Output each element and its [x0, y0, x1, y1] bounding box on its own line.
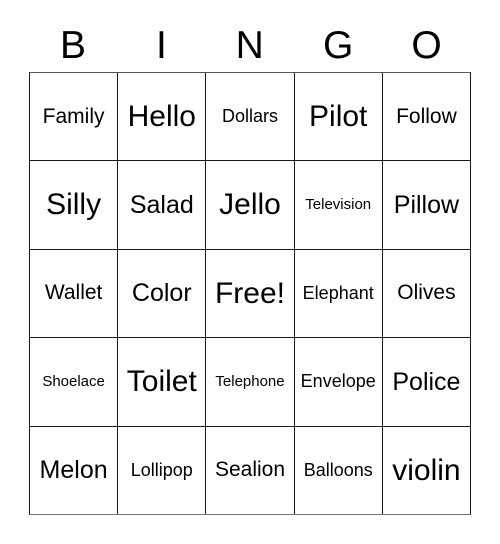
bingo-cell[interactable]: Silly — [30, 161, 117, 248]
bingo-header-letter-o: O — [411, 23, 443, 67]
bingo-row: Melon Lollipop Sealion Balloons violin — [30, 425, 470, 515]
bingo-cell-label: Toilet — [126, 365, 197, 399]
bingo-cell[interactable]: Sealion — [205, 426, 293, 515]
bingo-row: Shoelace Toilet Telephone Envelope Polic… — [30, 337, 470, 426]
bingo-row: Wallet Color Free! Elephant Olives — [30, 248, 470, 338]
bingo-cell[interactable]: Olives — [381, 249, 470, 338]
bingo-cell[interactable]: Family — [30, 73, 117, 160]
bingo-cell-free[interactable]: Free! — [205, 249, 293, 338]
bingo-cell-label: Wallet — [44, 281, 103, 305]
bingo-cell[interactable]: Melon — [30, 427, 117, 514]
bingo-cell[interactable]: Pilot — [293, 73, 382, 161]
bingo-cell-label: Balloons — [303, 459, 373, 480]
bingo-row: Silly Salad Jello Television Pillow — [30, 160, 470, 249]
bingo-header-letter-n: N — [235, 23, 265, 67]
bingo-cell-label: Sealion — [214, 458, 286, 482]
bingo-cell[interactable]: Color — [117, 249, 205, 338]
bingo-cell[interactable]: Lollipop — [117, 426, 205, 515]
bingo-header-letter-i: I — [155, 23, 168, 67]
bingo-cell[interactable]: Television — [293, 161, 382, 249]
bingo-cell-label: Elephant — [302, 283, 374, 304]
bingo-cell-label: Jello — [219, 188, 281, 222]
bingo-cell-label: Salad — [129, 190, 194, 219]
bingo-cell-label: Pilot — [309, 99, 368, 133]
bingo-cell[interactable]: Balloons — [293, 426, 382, 515]
bingo-cell[interactable]: Follow — [381, 73, 470, 161]
bingo-cell-label: Shoelace — [42, 373, 105, 391]
bingo-cell[interactable]: Hello — [117, 73, 205, 161]
bingo-cell-label: Melon — [39, 456, 108, 485]
bingo-grid: Family Hello Dollars Pilot Follow Silly … — [29, 72, 471, 515]
bingo-cell-label: Pillow — [393, 190, 460, 219]
bingo-cell-label: Free! — [214, 276, 286, 310]
bingo-cell-label: Telephone — [215, 373, 285, 391]
bingo-cell-label: Olives — [397, 281, 456, 305]
bingo-cell-label: Television — [305, 196, 372, 214]
bingo-cell[interactable]: violin — [381, 426, 470, 515]
bingo-cell[interactable]: Telephone — [205, 338, 293, 426]
bingo-cell-label: violin — [392, 453, 461, 487]
bingo-card: B I N G O Family Hello Dollars Pilot Fol… — [0, 0, 500, 544]
bingo-cell-label: Color — [131, 279, 192, 308]
bingo-row: Family Hello Dollars Pilot Follow — [30, 73, 470, 161]
bingo-cell-label: Family — [42, 104, 105, 128]
bingo-cell[interactable]: Dollars — [205, 73, 293, 161]
bingo-cell[interactable]: Toilet — [117, 338, 205, 426]
bingo-cell-label: Follow — [396, 104, 457, 128]
bingo-header-row: B I N G O — [29, 18, 471, 72]
bingo-header-letter-b: B — [59, 23, 87, 67]
bingo-cell[interactable]: Jello — [205, 161, 293, 249]
bingo-cell[interactable]: Envelope — [293, 338, 382, 426]
bingo-cell[interactable]: Salad — [117, 161, 205, 249]
bingo-cell-label: Lollipop — [130, 459, 193, 480]
bingo-cell-label: Police — [392, 367, 461, 396]
bingo-cell-label: Hello — [127, 99, 196, 133]
bingo-header-letter-g: G — [323, 23, 354, 67]
bingo-cell[interactable]: Wallet — [30, 250, 117, 337]
bingo-cell[interactable]: Pillow — [381, 161, 470, 249]
bingo-cell[interactable]: Elephant — [293, 249, 382, 338]
bingo-cell-label: Dollars — [222, 106, 279, 127]
bingo-cell[interactable]: Police — [381, 338, 470, 426]
bingo-cell-label: Silly — [46, 188, 102, 222]
bingo-cell[interactable]: Shoelace — [30, 338, 117, 425]
bingo-cell-label: Envelope — [300, 371, 376, 392]
